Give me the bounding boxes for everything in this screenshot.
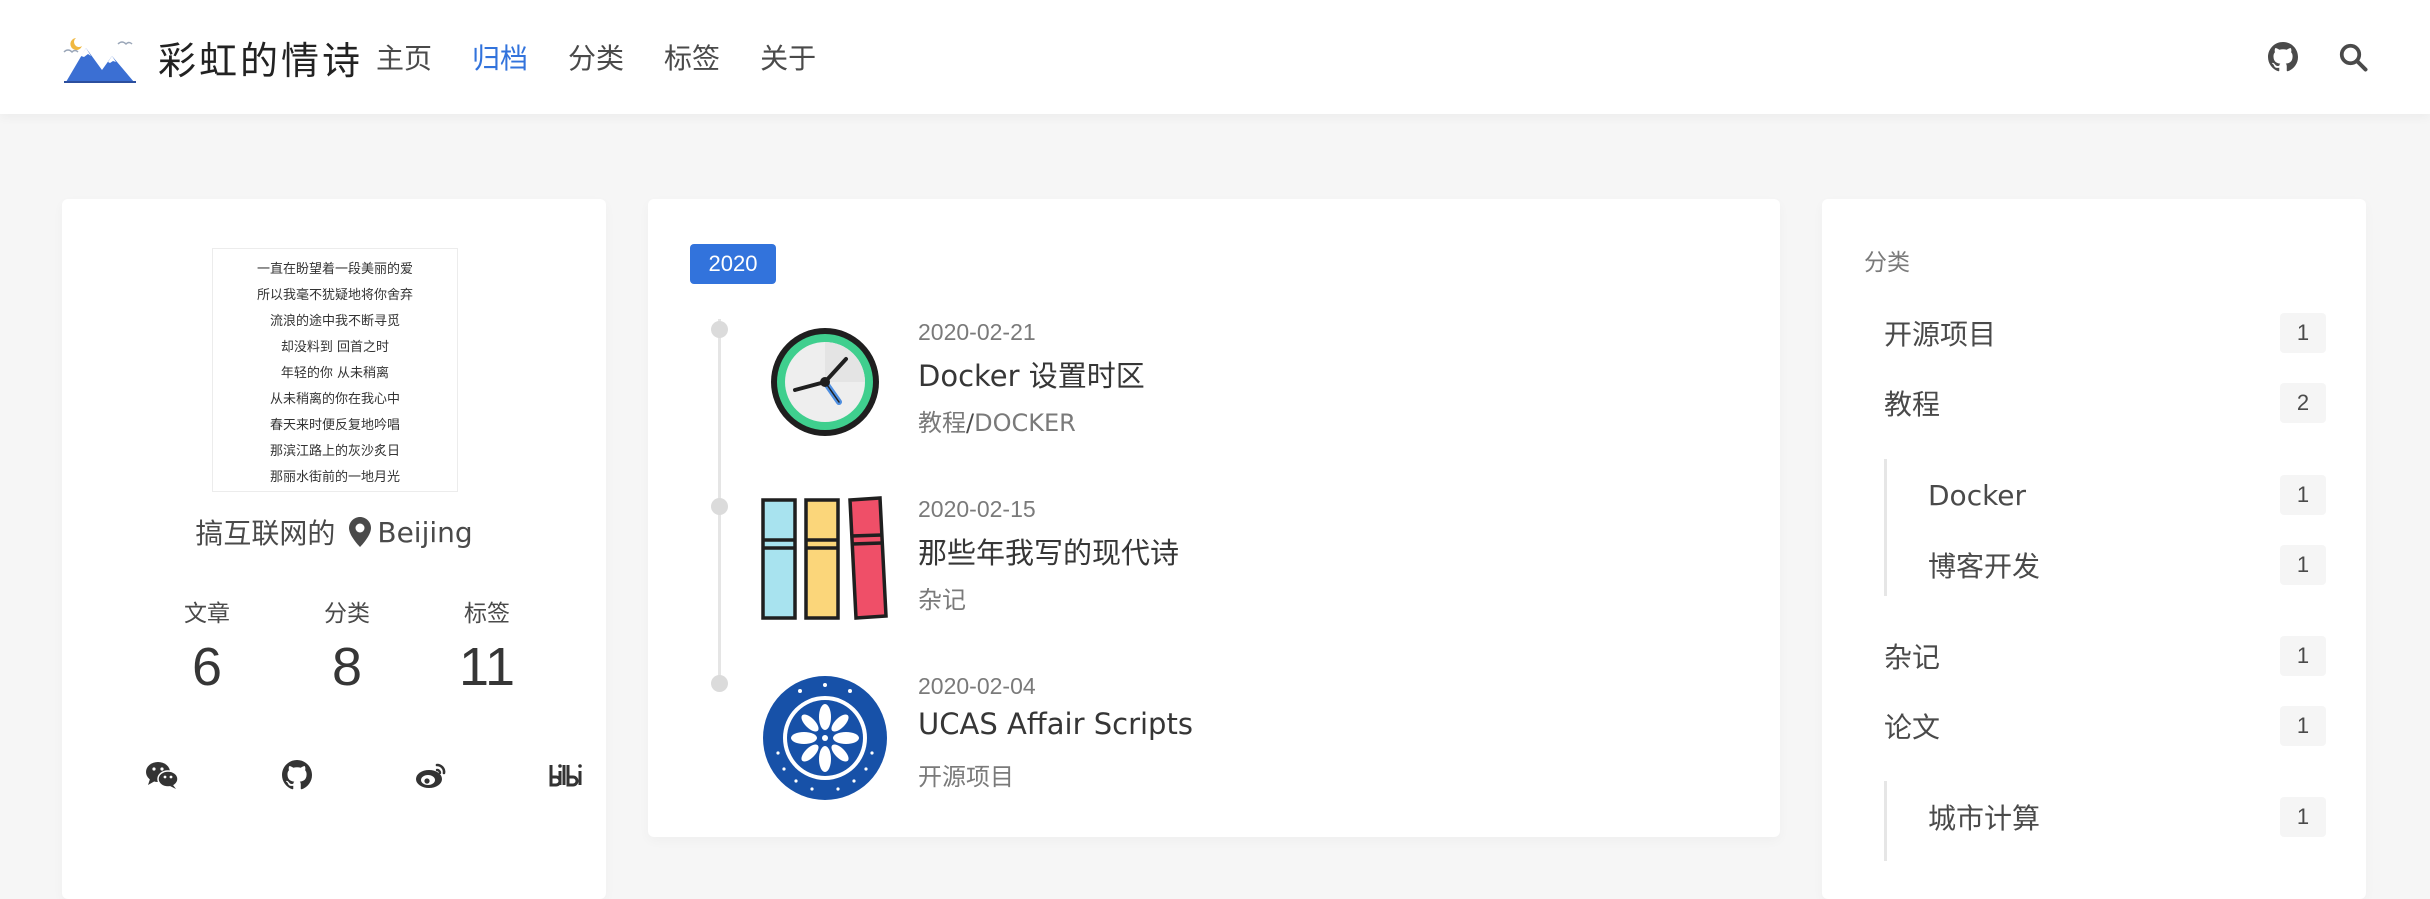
category-name: Docker [1928,478,2027,512]
post-categories: 开源项目 [918,757,1014,792]
poem-line: 年轻的你 从未稍离 [280,366,390,381]
subcategory-line [1884,459,1887,596]
profile-card: 一直在盼望着一段美丽的爱 所以我毫不犹疑地将你舍弃 流浪的途中我不断寻觅 却没料… [62,199,606,899]
post-category-link[interactable]: 杂记 [918,586,966,614]
stat-value: 11 [458,637,516,697]
poem-line: 却没料到 回首之时 [280,340,390,355]
category-card: 分类 开源项目 1 教程 2 Docker 1 博客开发 1 杂记 1 论文 1… [1822,199,2366,899]
bilibili-icon[interactable] [548,757,584,793]
map-marker-icon [349,517,372,547]
post-date: 2020-02-15 [918,496,1036,522]
poem-line: 所以我毫不犹疑地将你舍弃 [256,288,413,303]
category-heading: 分类 [1864,250,1910,276]
category-count: 1 [2280,545,2326,585]
category-name: 教程 [1884,388,1941,421]
site-logo[interactable]: 彩虹的情诗 [62,30,363,84]
subcategory-line [1884,781,1887,861]
social-links [144,757,584,793]
poem-line: 从未稍离的你在我心中 [269,392,400,407]
category-separator: / [966,409,975,437]
stat-label: 分类 [324,601,370,627]
post-title[interactable]: 那些年我写的现代诗 [918,530,1179,572]
nav-home[interactable]: 主页 [376,37,432,77]
post-thumbnail[interactable] [760,673,890,803]
timeline-dot [711,321,728,338]
github-icon[interactable] [2266,40,2300,74]
stat-label: 文章 [184,601,230,627]
category-item-papers[interactable]: 论文 1 [1884,706,2326,746]
post-date: 2020-02-21 [918,319,1036,345]
category-count: 1 [2280,475,2326,515]
timeline-dot [711,498,728,515]
books-icon [761,496,888,620]
archive-post: 2020-02-04 UCAS Affair Scripts 开源项目 [760,673,1710,813]
search-icon[interactable] [2336,40,2370,74]
category-name: 博客开发 [1928,550,2041,583]
location-text: Beijing [377,515,473,549]
ucas-seal-icon [763,676,887,800]
archive-post: 2020-02-15 那些年我写的现代诗 杂记 [760,496,1710,636]
post-categories: 杂记 [918,580,966,615]
post-thumbnail[interactable] [760,319,890,449]
profile-poem-image: 一直在盼望着一段美丽的爱 所以我毫不犹疑地将你舍弃 流浪的途中我不断寻觅 却没料… [212,248,458,492]
weibo-icon[interactable] [413,757,449,793]
category-name: 城市计算 [1928,802,2041,835]
stat-label: 标签 [464,601,510,627]
nav-right [2230,0,2370,114]
post-categories: 教程/DOCKER [918,403,1076,438]
stat-categories[interactable]: 分类 8 [292,594,402,698]
nav-tags[interactable]: 标签 [664,37,720,77]
clock-icon [771,328,879,436]
post-category-link[interactable]: DOCKER [974,409,1076,437]
category-name: 开源项目 [1884,318,1997,351]
stat-value: 6 [191,637,223,697]
mountain-logo-icon [63,38,136,83]
wechat-icon[interactable] [144,757,180,793]
category-count: 1 [2280,636,2326,676]
post-date: 2020-02-04 [918,673,1036,699]
poem-line: 流浪的途中我不断寻觅 [269,314,400,329]
poem-line: 那滨江路上的灰沙炙日 [269,444,400,459]
post-title[interactable]: Docker 设置时区 [918,353,1145,395]
category-name: 论文 [1884,711,1941,744]
category-item-open-source[interactable]: 开源项目 1 [1884,313,2326,353]
archive-post: 2020-02-21 Docker 设置时区 教程/DOCKER [760,319,1710,459]
stat-tags[interactable]: 标签 11 [432,594,542,698]
github-icon[interactable] [279,757,315,793]
post-title[interactable]: UCAS Affair Scripts [918,707,1193,741]
poem-line: 那丽水街前的一地月光 [269,470,400,485]
main-nav: 主页 归档 分类 标签 关于 [376,0,856,114]
stat-posts[interactable]: 文章 6 [152,594,262,698]
year-tag: 2020 [690,244,776,284]
navbar: 彩虹的情诗 主页 归档 分类 标签 关于 [0,0,2430,114]
stat-value: 8 [331,637,363,697]
post-category-link[interactable]: 开源项目 [918,763,1014,791]
category-count: 1 [2280,797,2326,837]
archive-card: 2020 2020-02-21 Docker 设置时区 教程/DOCKER 20… [648,199,1780,837]
category-item-urban-computing[interactable]: 城市计算 1 [1928,797,2326,837]
category-item-docker[interactable]: Docker 1 [1928,475,2326,515]
category-name: 杂记 [1884,641,1941,674]
post-category-link[interactable]: 教程 [918,409,966,437]
category-item-blog-dev[interactable]: 博客开发 1 [1928,545,2326,585]
category-item-notes[interactable]: 杂记 1 [1884,636,2326,676]
poem-line: 春天来时便反复地吟唱 [269,418,400,433]
poem-line: 一直在盼望着一段美丽的爱 [256,262,413,277]
nav-categories[interactable]: 分类 [568,37,624,77]
category-count: 1 [2280,706,2326,746]
post-thumbnail[interactable] [760,496,890,626]
category-item-tutorial[interactable]: 教程 2 [1884,383,2326,423]
author-description: 搞互联网的 [195,517,336,550]
location: Beijing [349,515,473,549]
timeline-dot [711,675,728,692]
category-count: 1 [2280,313,2326,353]
profile-stats: 文章 6 分类 8 标签 11 [152,594,542,698]
author-line: 搞互联网的 Beijing [62,512,606,552]
nav-about[interactable]: 关于 [760,37,816,77]
category-count: 2 [2280,383,2326,423]
nav-archive[interactable]: 归档 [472,37,528,77]
site-title: 彩虹的情诗 [158,38,364,83]
